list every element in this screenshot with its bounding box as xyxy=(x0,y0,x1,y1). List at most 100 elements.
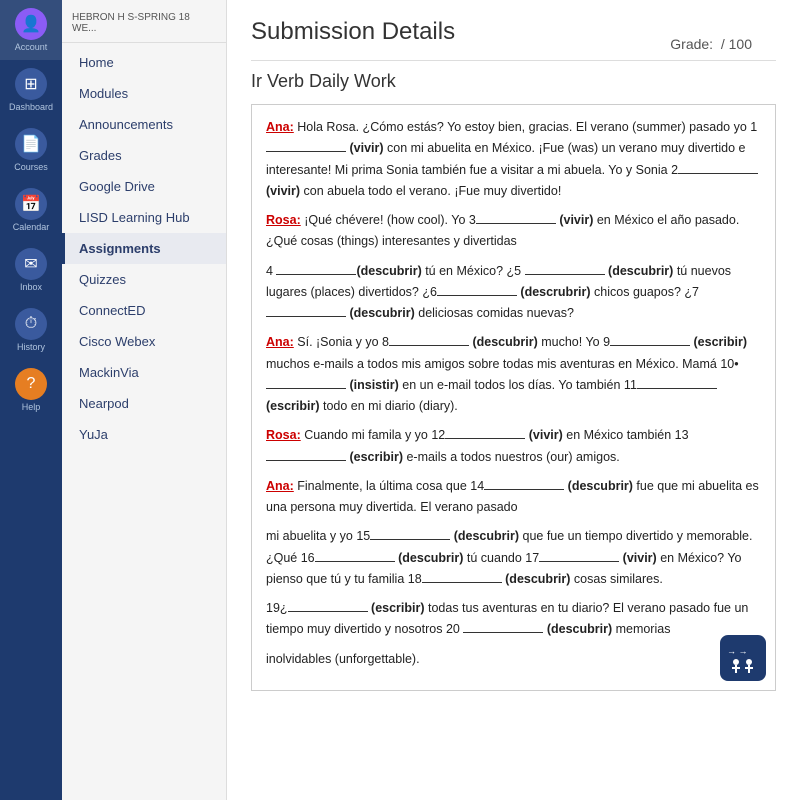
history-label: History xyxy=(17,342,45,352)
grade-label: Grade: xyxy=(670,36,713,52)
para-8: 19¿ (escribir) todas tus aventuras en tu… xyxy=(266,598,761,641)
inbox-icon: ✉ xyxy=(15,248,47,280)
page-header: Submission Details Grade: / 100 xyxy=(251,18,776,61)
assignment-subtitle: Ir Verb Daily Work xyxy=(251,71,776,92)
blank-5 xyxy=(525,274,605,275)
history-icon: ⏱ xyxy=(15,308,47,340)
passage-box: Ana: Hola Rosa. ¿Cómo estás? Yo estoy bi… xyxy=(251,104,776,691)
verb-19: (escribir) xyxy=(371,601,425,615)
blank-2 xyxy=(678,173,758,174)
para-5: Rosa: Cuando mi famila y yo 12 (vivir) e… xyxy=(266,425,761,468)
verb-10: (insistir) xyxy=(349,378,398,392)
para-9: inolvidables (unforgettable). xyxy=(266,649,761,670)
sidebar: 👤 Account ⊞ Dashboard 📄 Courses 📅 Calend… xyxy=(0,0,62,800)
blank-9 xyxy=(610,345,690,346)
nav-item-cisco[interactable]: Cisco Webex xyxy=(62,326,226,357)
para-7: mi abuelita y yo 15 (descubrir) que fue … xyxy=(266,526,761,590)
nav-item-lisd-hub[interactable]: LISD Learning Hub xyxy=(62,202,226,233)
blank-10 xyxy=(266,388,346,389)
nav-item-quizzes[interactable]: Quizzes xyxy=(62,264,226,295)
blank-4 xyxy=(276,274,356,275)
verb-13: (escribir) xyxy=(349,450,403,464)
verb-16: (descubrir) xyxy=(398,551,463,565)
verb-17: (vivir) xyxy=(623,551,657,565)
verb-5: (descubrir) xyxy=(608,264,673,278)
verb-8: (descubrir) xyxy=(472,335,537,349)
sidebar-item-dashboard[interactable]: ⊞ Dashboard xyxy=(0,60,62,120)
verb-20: (descubrir) xyxy=(547,622,612,636)
verb-7: (descubrir) xyxy=(349,306,414,320)
account-label: Account xyxy=(15,42,48,52)
nav-header: HEBRON H S-SPRING 18 WE... xyxy=(62,8,226,43)
para-6: Ana: Finalmente, la última cosa que 14 (… xyxy=(266,476,761,519)
nav-item-announcements[interactable]: Announcements xyxy=(62,109,226,140)
blank-20 xyxy=(463,632,543,633)
grade-value: / 100 xyxy=(721,36,752,52)
verb-15: (descubrir) xyxy=(454,529,519,543)
blank-12 xyxy=(445,438,525,439)
para-3: 4 (descubrir) tú en México? ¿5 (descubri… xyxy=(266,261,761,325)
blank-19 xyxy=(288,611,368,612)
speaker-ana-1: Ana: xyxy=(266,120,294,134)
sidebar-item-help[interactable]: ? Help xyxy=(0,360,62,420)
blank-11 xyxy=(637,388,717,389)
accessibility-svg: → → xyxy=(725,640,761,676)
verb-18: (descubrir) xyxy=(505,572,570,586)
inbox-label: Inbox xyxy=(20,282,42,292)
nav-item-modules[interactable]: Modules xyxy=(62,78,226,109)
nav-item-nearpod[interactable]: Nearpod xyxy=(62,388,226,419)
verb-6: (descrubrir) xyxy=(520,285,590,299)
blank-8 xyxy=(389,345,469,346)
speaker-ana-2: Ana: xyxy=(266,335,294,349)
blank-15 xyxy=(370,539,450,540)
calendar-label: Calendar xyxy=(13,222,50,232)
para-4: Ana: Sí. ¡Sonia y yo 8 (descubrir) mucho… xyxy=(266,332,761,417)
help-icon: ? xyxy=(15,368,47,400)
accessibility-icon[interactable]: → → xyxy=(720,635,766,681)
nav-item-mackin[interactable]: MackinVia xyxy=(62,357,226,388)
courses-label: Courses xyxy=(14,162,48,172)
svg-text:→ →: → → xyxy=(727,646,748,656)
blank-13 xyxy=(266,460,346,461)
sidebar-item-courses[interactable]: 📄 Courses xyxy=(0,120,62,180)
nav-item-google-drive[interactable]: Google Drive xyxy=(62,171,226,202)
speaker-rosa-2: Rosa: xyxy=(266,428,301,442)
calendar-icon: 📅 xyxy=(15,188,47,220)
verb-4: (descubrir) xyxy=(356,264,421,278)
sidebar-item-calendar[interactable]: 📅 Calendar xyxy=(0,180,62,240)
sidebar-item-account[interactable]: 👤 Account xyxy=(0,0,62,60)
verb-3: (vivir) xyxy=(559,213,593,227)
account-icon: 👤 xyxy=(15,8,47,40)
courses-icon: 📄 xyxy=(15,128,47,160)
passage-wrapper: Ana: Hola Rosa. ¿Cómo estás? Yo estoy bi… xyxy=(251,104,776,691)
blank-17 xyxy=(539,561,619,562)
help-label: Help xyxy=(22,402,41,412)
para-1: Ana: Hola Rosa. ¿Cómo estás? Yo estoy bi… xyxy=(266,117,761,202)
blank-18 xyxy=(422,582,502,583)
grade-display: Grade: / 100 xyxy=(670,36,752,52)
speaker-ana-3: Ana: xyxy=(266,479,294,493)
sidebar-item-inbox[interactable]: ✉ Inbox xyxy=(0,240,62,300)
main-content: Submission Details Grade: / 100 Ir Verb … xyxy=(227,0,800,800)
nav-item-connected[interactable]: ConnectED xyxy=(62,295,226,326)
verb-1: (vivir) xyxy=(349,141,383,155)
nav-item-assignments[interactable]: Assignments xyxy=(62,233,226,264)
dashboard-icon: ⊞ xyxy=(15,68,47,100)
nav-menu: HEBRON H S-SPRING 18 WE... Home Modules … xyxy=(62,0,227,800)
verb-2: (vivir) xyxy=(266,184,300,198)
blank-7 xyxy=(266,316,346,317)
blank-1 xyxy=(266,151,346,152)
para-2: Rosa: ¡Qué chévere! (how cool). Yo 3 (vi… xyxy=(266,210,761,253)
blank-3 xyxy=(476,223,556,224)
blank-6 xyxy=(437,295,517,296)
verb-9: (escribir) xyxy=(694,335,748,349)
blank-16 xyxy=(315,561,395,562)
nav-item-home[interactable]: Home xyxy=(62,47,226,78)
verb-11: (escribir) xyxy=(266,399,320,413)
dashboard-label: Dashboard xyxy=(9,102,53,112)
nav-item-yuja[interactable]: YuJa xyxy=(62,419,226,450)
sidebar-item-history[interactable]: ⏱ History xyxy=(0,300,62,360)
verb-14: (descubrir) xyxy=(568,479,633,493)
blank-14 xyxy=(484,489,564,490)
nav-item-grades[interactable]: Grades xyxy=(62,140,226,171)
